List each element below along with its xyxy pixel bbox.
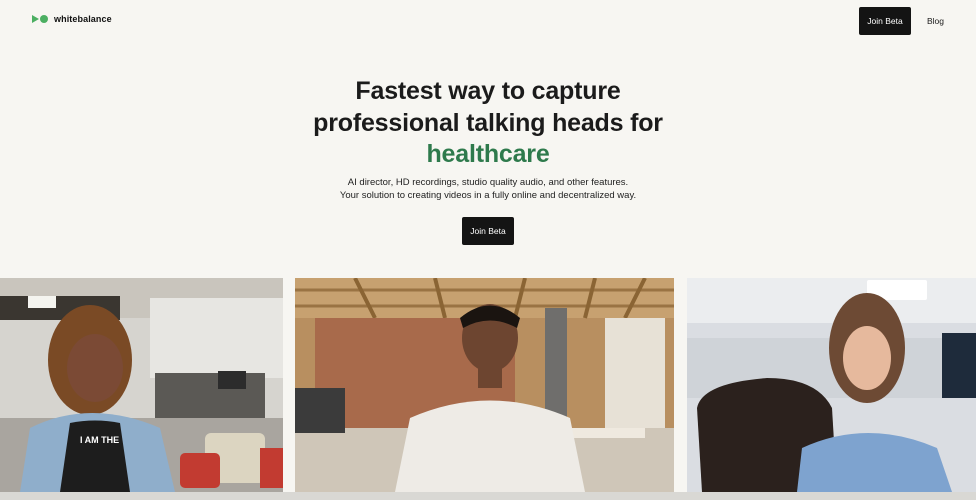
video-tile-1[interactable]: I AM THE <box>0 278 283 492</box>
hero-subtitle: AI director, HD recordings, studio quali… <box>0 176 976 202</box>
brand-name: whitebalance <box>54 14 112 24</box>
woman-talking-office-video: I AM THE <box>0 278 283 492</box>
man-talking-loft-video <box>295 278 674 492</box>
blog-link[interactable]: Blog <box>927 16 944 26</box>
svg-text:I AM THE: I AM THE <box>80 435 119 445</box>
page-bottom-strip <box>0 492 976 500</box>
hero-title: Fastest way to capture professional talk… <box>0 76 976 171</box>
site-header: whitebalance Join Beta Blog <box>0 0 976 44</box>
video-gallery: I AM THE <box>0 278 976 492</box>
hero-subtitle-line2: Your solution to creating videos in a fu… <box>339 189 637 201</box>
hero-subtitle-line1: AI director, HD recordings, studio quali… <box>347 176 629 188</box>
brand-logo[interactable]: whitebalance <box>32 14 112 24</box>
hero-title-line1: Fastest way to capture <box>355 77 621 105</box>
video-tile-3[interactable] <box>687 278 976 492</box>
logo-icon <box>32 15 48 23</box>
join-beta-nav-button[interactable]: Join Beta <box>858 7 911 35</box>
hero-title-accent: healthcare <box>426 140 550 168</box>
video-tile-2[interactable] <box>295 278 674 492</box>
hero-section: Fastest way to capture professional talk… <box>0 76 976 202</box>
hero-title-line2: professional talking heads for <box>313 108 663 137</box>
woman-talking-office-chair-video <box>687 278 976 492</box>
join-beta-hero-button[interactable]: Join Beta <box>462 217 514 245</box>
top-nav: Join Beta Blog <box>858 7 944 35</box>
